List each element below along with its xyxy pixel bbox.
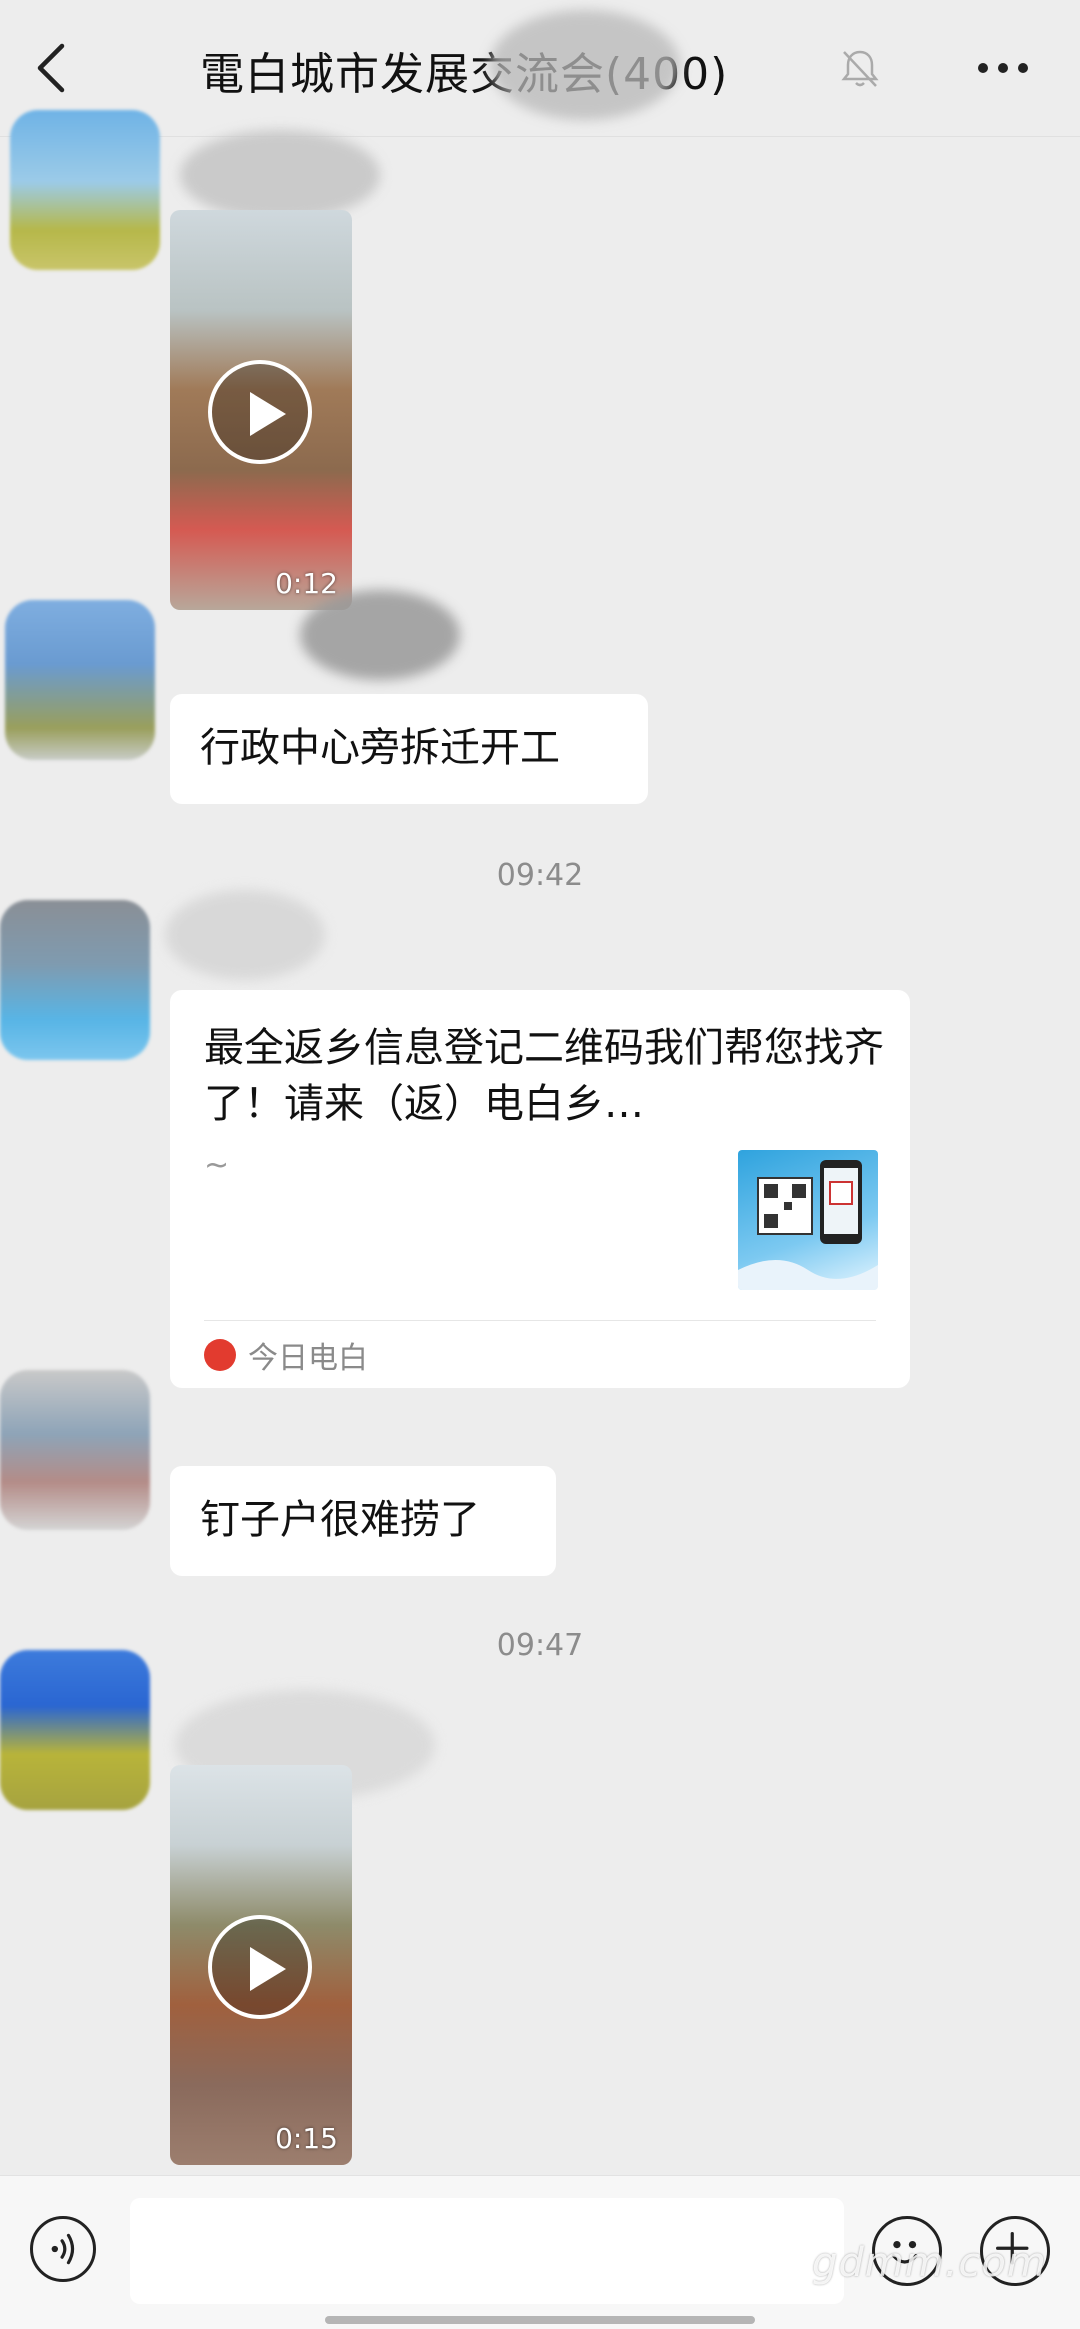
chevron-left-icon[interactable]: [28, 36, 76, 100]
redaction-scribble: [490, 10, 680, 120]
redaction-scribble: [165, 890, 325, 980]
more-horizontal-icon[interactable]: [975, 52, 1031, 84]
play-icon[interactable]: [208, 1915, 312, 2019]
source-logo-icon: [204, 1339, 236, 1371]
text-message[interactable]: 钉子户很难捞了: [170, 1466, 556, 1576]
source-name: 今日电白: [248, 1341, 368, 1376]
share-card-description: ~: [204, 1148, 230, 1183]
avatar[interactable]: [0, 1650, 150, 1810]
video-duration: 0:15: [275, 2122, 338, 2155]
watermark: gdmm.com: [812, 2240, 1047, 2286]
video-message[interactable]: 0:12: [170, 210, 352, 610]
home-indicator[interactable]: [325, 2316, 755, 2324]
chat-header: 電白城市发展交流会(400): [0, 0, 1080, 137]
avatar[interactable]: [0, 900, 150, 1060]
redaction-scribble: [180, 130, 380, 220]
message-input[interactable]: [130, 2198, 844, 2304]
redaction-scribble: [300, 590, 460, 680]
message-timestamp: 09:47: [496, 1628, 584, 1663]
video-duration: 0:12: [275, 567, 338, 600]
qr-code-thumbnail: [738, 1150, 878, 1290]
share-card[interactable]: 最全返乡信息登记二维码我们帮您找齐了！请来（返）电白乡… ~ 今日电白: [170, 990, 910, 1388]
card-divider: [204, 1320, 876, 1321]
bell-off-icon: [841, 50, 879, 87]
avatar[interactable]: [10, 110, 160, 270]
message-timestamp: 09:42: [496, 858, 584, 893]
avatar[interactable]: [5, 600, 155, 760]
text-message[interactable]: 行政中心旁拆迁开工: [170, 694, 648, 804]
avatar[interactable]: [0, 1370, 150, 1530]
play-icon[interactable]: [208, 360, 312, 464]
video-message[interactable]: 0:15: [170, 1765, 352, 2165]
share-card-source: 今日电白: [204, 1330, 368, 1380]
share-card-title: 最全返乡信息登记二维码我们帮您找齐了！请来（返）电白乡…: [204, 1025, 884, 1127]
voice-icon[interactable]: [30, 2216, 96, 2282]
